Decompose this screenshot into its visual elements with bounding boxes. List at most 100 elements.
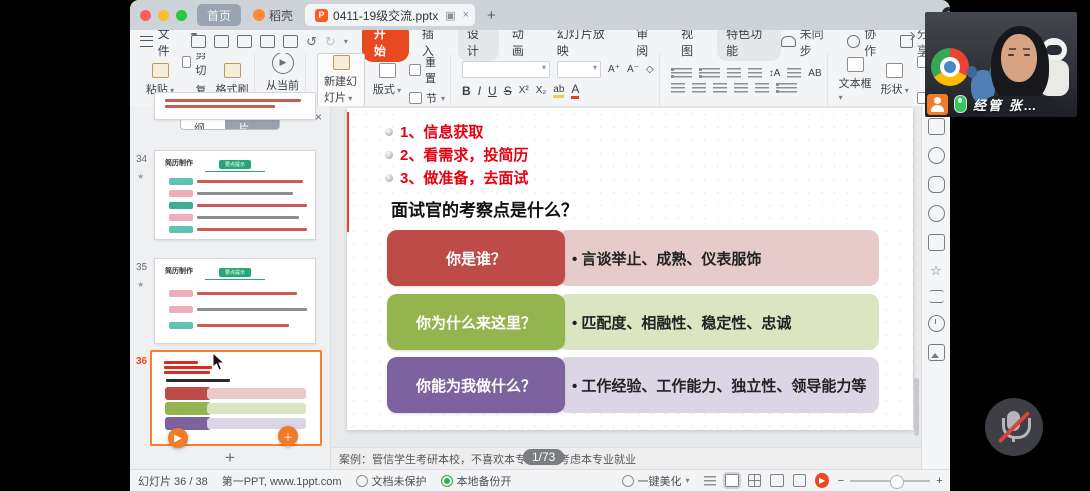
italic-button[interactable]: I — [478, 84, 481, 98]
reading-view-icon[interactable] — [770, 474, 784, 487]
zoom-out-icon[interactable]: − — [838, 475, 844, 487]
tab-docer[interactable]: 稻壳 — [243, 4, 303, 26]
zoom-track[interactable] — [850, 480, 930, 482]
zoom-handle[interactable] — [890, 475, 904, 489]
redo-icon[interactable]: ↻ — [325, 35, 336, 48]
row-3-label: 你能为我做什么？ — [387, 357, 565, 413]
save-icon[interactable] — [214, 35, 229, 48]
panel-close-icon[interactable]: × — [315, 110, 322, 124]
bullet-list-icon[interactable] — [671, 68, 692, 78]
vertical-scrollbar[interactable] — [914, 378, 919, 436]
status-right-controls: ▶ − + 89 % — [704, 469, 950, 491]
undo-icon[interactable]: ↺ — [306, 35, 317, 48]
slide-thumbnail-35[interactable]: 简历制作 要点提示 — [154, 258, 316, 344]
align-center-icon[interactable] — [692, 83, 706, 93]
slide-thumbnail-33-partial[interactable] — [154, 92, 316, 120]
cut-icon — [182, 56, 191, 68]
panel-shapes-icon[interactable] — [928, 147, 945, 164]
beautify-button[interactable]: 一键美化▾ — [622, 473, 690, 489]
reset-button[interactable]: 重置 — [409, 54, 445, 86]
slide-sorter-icon[interactable] — [748, 474, 762, 487]
section-icon — [409, 92, 422, 104]
slide-number-36: 36 — [136, 356, 147, 367]
font-size-select[interactable] — [557, 61, 601, 78]
outline-view-icon[interactable] — [704, 476, 716, 486]
panel-animation-icon[interactable] — [928, 234, 945, 251]
multilevel-list-icon[interactable] — [776, 83, 797, 93]
backup-status[interactable]: 本地备份开 — [441, 473, 512, 489]
numbered-list-icon[interactable] — [699, 68, 720, 78]
increase-font-icon[interactable]: A⁺ — [608, 64, 620, 75]
panel-effects-icon[interactable]: ☆ — [930, 263, 942, 278]
normal-view-icon[interactable] — [725, 474, 739, 487]
align-left-icon[interactable] — [671, 83, 685, 93]
slide-canvas[interactable]: 1、信息获取 2、看需求，投简历 3、做准备，去面试 面试官的考察点是什么？ •… — [347, 108, 913, 430]
add-slide-fab[interactable]: ＋ — [278, 426, 298, 446]
presenter-view-icon[interactable] — [793, 474, 807, 487]
shapes-button[interactable]: 形状 ▾ — [878, 63, 912, 97]
slideshow-play-button[interactable]: ▶ — [815, 473, 828, 488]
close-window-button[interactable] — [140, 10, 151, 21]
bullet-2: 2、看需求，投简历 — [400, 144, 528, 165]
cut-label: 剪切 — [195, 53, 210, 78]
tab-close-icon[interactable]: × — [463, 9, 469, 21]
play-circle-icon: ▶ — [272, 53, 294, 74]
open-icon[interactable] — [191, 35, 206, 48]
panel-theme-icon[interactable] — [928, 205, 945, 222]
superscript-button[interactable]: X² — [519, 85, 529, 96]
main-menu-icon[interactable] — [140, 36, 153, 47]
row-2-detail: • 匹配度、相融性、稳定性、忠诚 — [558, 294, 879, 350]
subscript-button[interactable]: X₂ — [536, 85, 547, 96]
mic-muted-button[interactable] — [985, 398, 1043, 456]
decrease-indent-icon[interactable] — [727, 68, 741, 78]
align-right-icon[interactable] — [713, 83, 727, 93]
export-pdf-icon[interactable] — [237, 35, 252, 48]
columns-icon[interactable] — [787, 68, 801, 78]
font-name-select[interactable] — [462, 61, 550, 78]
layout-icon — [379, 63, 396, 78]
thumb-34-badge: 要点提示 — [219, 160, 251, 169]
line-spacing-icon[interactable]: ↕A — [769, 68, 781, 79]
new-slide-button[interactable]: 新建幻灯片 ▾ — [317, 53, 365, 107]
tab-home[interactable]: 首页 — [197, 4, 241, 26]
new-tab-button[interactable]: + — [487, 7, 496, 24]
panel-design-icon[interactable] — [928, 176, 945, 193]
layout-button[interactable]: 版式 ▾ — [370, 63, 404, 97]
section-button[interactable]: 节▾ — [409, 90, 445, 106]
font-color-button[interactable]: A — [571, 82, 579, 99]
quick-access-caret-icon[interactable]: ▾ — [344, 37, 348, 46]
text-box-button[interactable]: 文本框 ▾ — [839, 57, 873, 103]
panel-slides-icon[interactable] — [928, 118, 945, 135]
protection-status[interactable]: 文档未保护 — [356, 473, 427, 489]
justify-icon[interactable] — [734, 83, 748, 93]
zoom-in-icon[interactable]: + — [936, 475, 942, 487]
tab-document[interactable]: P 0411-19级交流.pptx ▣ × — [305, 4, 475, 26]
notes-bar[interactable]: 案例：管信学生考研本校，不喜欢本专业，不考虑本专业就业 1/73 — [331, 447, 921, 470]
underline-button[interactable]: U — [488, 84, 497, 98]
decrease-font-icon[interactable]: A⁻ — [627, 64, 639, 75]
presenter-face — [1001, 34, 1037, 82]
minimize-window-button[interactable] — [158, 10, 169, 21]
zoom-slider[interactable]: − + — [838, 475, 943, 487]
tab-detach-icon[interactable]: ▣ — [445, 9, 455, 22]
panel-history-icon[interactable] — [928, 315, 945, 332]
zoom-window-button[interactable] — [176, 10, 187, 21]
print-icon[interactable] — [260, 35, 275, 48]
distribute-icon[interactable] — [755, 83, 769, 93]
strikethrough-button[interactable]: S — [504, 84, 512, 98]
new-slide-plus-button[interactable]: + — [225, 448, 235, 468]
bold-button[interactable]: B — [462, 84, 471, 98]
protection-label: 文档未保护 — [372, 473, 427, 489]
play-slide-button[interactable]: ▶ — [168, 428, 188, 448]
clear-format-icon[interactable]: ◇ — [646, 64, 654, 75]
cut-button[interactable]: 剪切 — [182, 53, 210, 78]
panel-properties-icon[interactable] — [929, 290, 944, 303]
text-direction-icon[interactable]: AB — [808, 68, 821, 79]
webcam-video[interactable]: 经管 张… — [925, 12, 1077, 117]
print-preview-icon[interactable] — [283, 35, 298, 48]
backup-on-icon — [441, 475, 453, 487]
panel-image-icon[interactable] — [928, 344, 945, 361]
highlight-color-button[interactable]: ab — [553, 84, 564, 98]
slide-thumbnail-34[interactable]: 简历制作 要点提示 — [154, 150, 316, 240]
increase-indent-icon[interactable] — [748, 68, 762, 78]
